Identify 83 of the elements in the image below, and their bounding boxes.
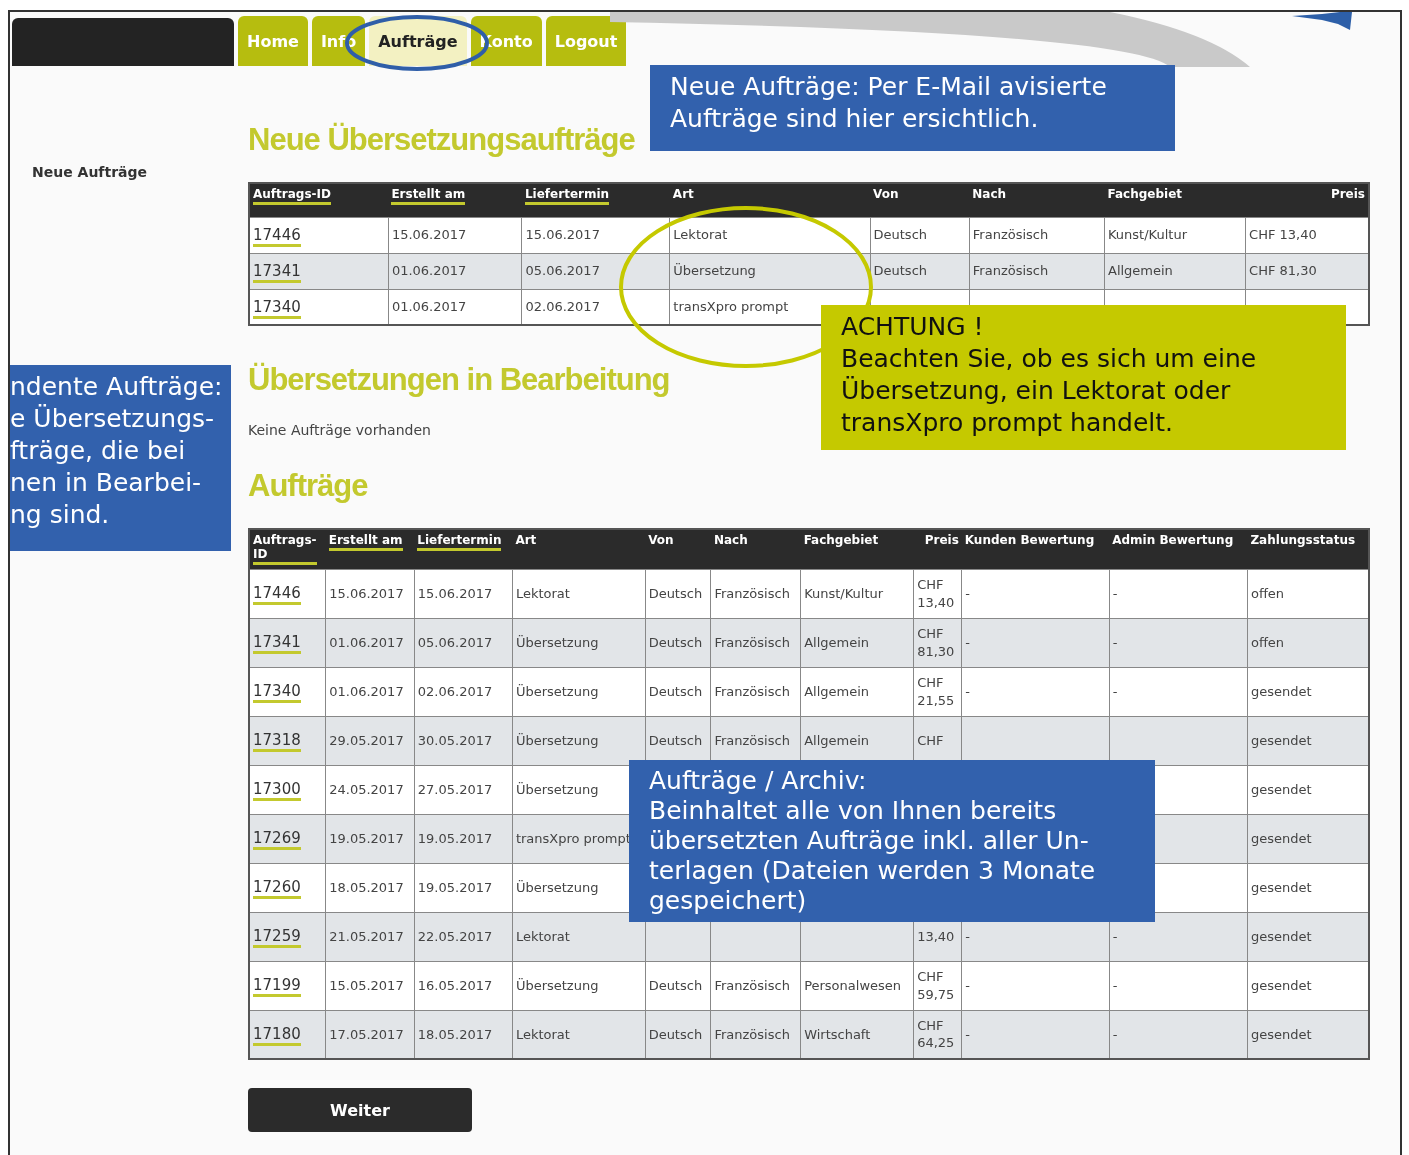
table-cell: CHF 13,40 [913,569,962,619]
table-cell: Personalwesen [800,961,914,1011]
table-cell: - [1109,961,1248,1011]
table-cell: 19.05.2017 [325,814,415,864]
table-cell: 24.05.2017 [325,765,415,815]
column-header: Preis [913,529,962,570]
callout-note: Aufträge / Archiv: Beinhaltet alle von Ihnen bereits übersetzten Aufträge inkl. aller Un- terlagen (Dateien werden 3 Monate gespeichert) [629,760,1155,922]
table-cell: 01.06.2017 [325,618,415,668]
table-cell: Lektorat [669,217,870,253]
table-cell: 16.05.2017 [414,961,513,1011]
table-cell: 22.05.2017 [414,912,513,962]
next-button[interactable]: Weiter [248,1088,472,1133]
table-cell: Übersetzung [512,961,646,1011]
table-cell: Deutsch [645,667,711,717]
empty-message: Keine Aufträge vorhanden [248,422,431,438]
table-cell: 01.06.2017 [325,667,415,717]
table-cell: 02.06.2017 [414,667,513,717]
table-cell: 27.05.2017 [414,765,513,815]
table-cell: - [1109,667,1248,717]
column-header: Art [669,183,870,217]
table-cell: 29.05.2017 [325,716,415,766]
table-cell: 15.06.2017 [325,569,415,619]
table-cell: offen [1247,569,1369,619]
table-cell: Deutsch [870,217,970,253]
callout-note: ndente Aufträge: e Übersetzungs- fträge, die bei nen in Bearbei- ng sind. [10,365,231,551]
section-title: Neue Übersetzungsaufträge [248,121,635,159]
table-cell: 15.06.2017 [388,217,522,253]
table-cell: Französisch [710,618,801,668]
table-cell: 18.05.2017 [325,863,415,913]
table-cell: Übersetzung [669,253,870,289]
column-header: Von [870,183,970,217]
table-cell: 01.06.2017 [388,253,522,289]
table-cell: - [1109,569,1248,619]
column-header: Art [512,529,646,570]
column-header: Preis [1245,183,1369,217]
table-cell: 30.05.2017 [414,716,513,766]
table-cell: Übersetzung [512,667,646,717]
table-cell: - [961,961,1110,1011]
sidebar-item[interactable]: Neue Aufträge [32,164,147,180]
table-cell: Deutsch [870,253,970,289]
table-cell: 05.06.2017 [521,253,670,289]
table-cell: Übersetzung [512,618,646,668]
table-cell: 15.05.2017 [325,961,415,1011]
column-header: Zahlungsstatus [1247,529,1369,570]
table-cell: Französisch [969,217,1105,253]
table-cell: Allgemein [800,667,914,717]
table-cell: Allgemein [800,618,914,668]
column-header: Fachgebiet [800,529,914,570]
table-cell: 05.06.2017 [414,618,513,668]
callout-note: ACHTUNG ! Beachten Sie, ob es sich um eine Übersetzung, ein Lektorat oder transXpro prompt handelt. [821,305,1346,450]
section-title: Übersetzungen in Bearbeitung [248,361,670,399]
table-cell: 21.05.2017 [325,912,415,962]
table-cell: Allgemein [1104,253,1246,289]
table-cell: CHF 81,30 [913,618,962,668]
table-cell: 15.06.2017 [414,569,513,619]
table-cell: Lektorat [512,569,646,619]
table-cell: - [1109,618,1248,668]
table-cell: Kunst/Kultur [1104,217,1246,253]
table-cell: Französisch [710,667,801,717]
table-cell: 19.05.2017 [414,814,513,864]
section-title: Aufträge [248,467,368,505]
table-cell: Französisch [710,569,801,619]
table-cell: CHF 59,75 [913,961,962,1011]
table-cell: Französisch [969,253,1105,289]
table-cell: Deutsch [645,569,711,619]
table-cell: Deutsch [645,961,711,1011]
column-header: Nach [969,183,1105,217]
column-header: Admin Bewertung [1109,529,1248,570]
column-header: Fachgebiet [1104,183,1246,217]
callout-note: Neue Aufträge: Per E-Mail avisierte Aufträge sind hier ersichtlich. [650,65,1175,151]
table-cell: CHF 21,55 [913,667,962,717]
table-cell: Deutsch [645,618,711,668]
table-cell: - [961,667,1110,717]
table-cell: - [961,618,1110,668]
column-header: Von [645,529,711,570]
table-cell: Französisch [710,961,801,1011]
column-header: Nach [710,529,801,570]
table-cell: CHF 13,40 [1245,217,1369,253]
table-cell: 19.05.2017 [414,863,513,913]
table-cell: 15.06.2017 [521,217,670,253]
table-cell: - [961,569,1110,619]
column-header: Kunden Bewertung [961,529,1110,570]
table-cell: Kunst/Kultur [800,569,914,619]
